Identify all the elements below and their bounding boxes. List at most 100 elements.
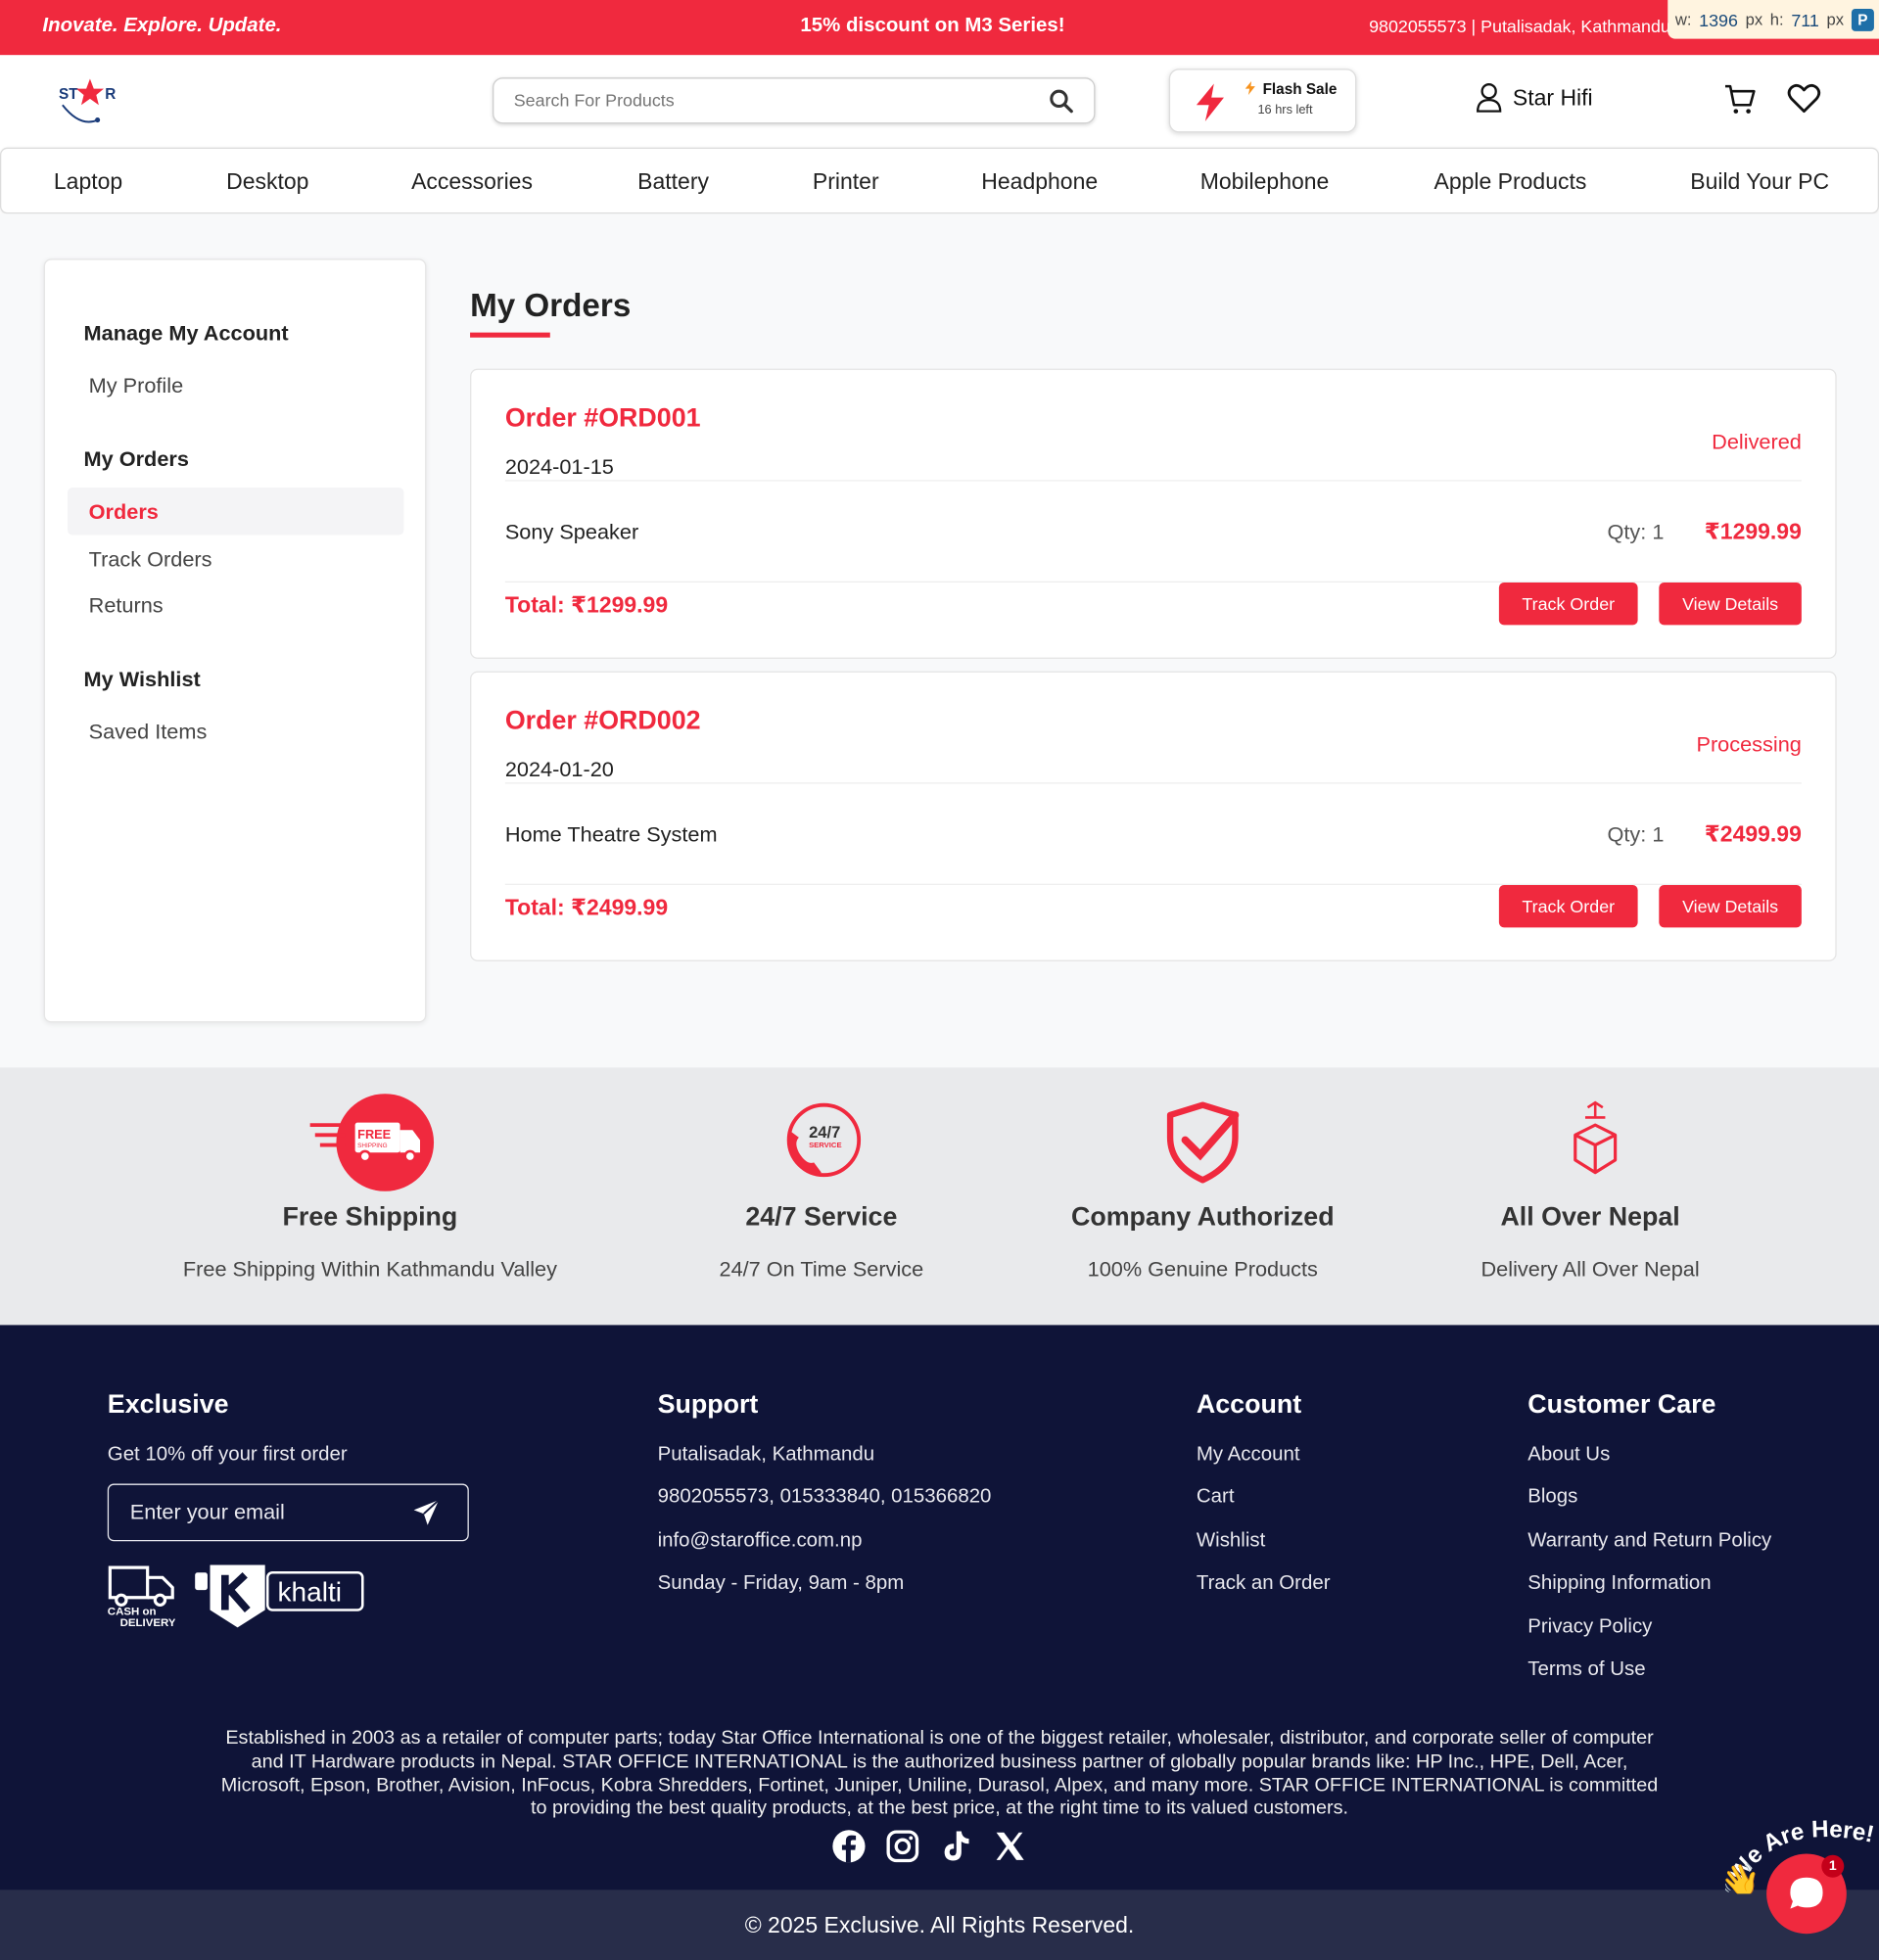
footer-heading: Support bbox=[657, 1389, 759, 1420]
waving-hand-icon: 👋 bbox=[1725, 1862, 1761, 1894]
extension-icon[interactable]: P bbox=[1851, 8, 1874, 31]
nav-laptop[interactable]: Laptop bbox=[54, 168, 122, 195]
footer-link-terms[interactable]: Terms of Use bbox=[1527, 1655, 1771, 1698]
service-247-icon: 24/7 SERVICE bbox=[786, 1102, 862, 1178]
search-icon[interactable] bbox=[1049, 89, 1074, 115]
chat-button[interactable]: 1 bbox=[1766, 1853, 1847, 1935]
footer-customer-care: Customer Care About Us Blogs Warranty an… bbox=[1527, 1390, 1771, 1699]
footer-link-cart[interactable]: Cart bbox=[1197, 1483, 1331, 1526]
footer-link-track-order[interactable]: Track an Order bbox=[1197, 1569, 1331, 1612]
wishlist-heart-icon[interactable] bbox=[1787, 81, 1822, 117]
footer-link-my-account[interactable]: My Account bbox=[1197, 1440, 1331, 1483]
nav-desktop[interactable]: Desktop bbox=[226, 168, 308, 195]
track-order-button[interactable]: Track Order bbox=[1498, 884, 1638, 928]
nav-headphone[interactable]: Headphone bbox=[981, 168, 1098, 195]
x-twitter-icon[interactable] bbox=[993, 1829, 1028, 1864]
support-email[interactable]: info@staroffice.com.np bbox=[658, 1526, 992, 1569]
feature-subtitle: 24/7 On Time Service bbox=[719, 1257, 924, 1282]
flash-sale-title: Flash Sale bbox=[1262, 79, 1338, 98]
svg-text:SERVICE: SERVICE bbox=[809, 1141, 841, 1149]
my-orders-heading[interactable]: My Orders bbox=[84, 447, 189, 473]
order-total: Total: ₹2499.99 bbox=[504, 895, 669, 920]
order-id: Order #ORD001 bbox=[504, 403, 701, 433]
order-item-price: ₹1299.99 bbox=[1704, 518, 1802, 544]
nav-printer[interactable]: Printer bbox=[813, 168, 879, 195]
order-card: Order #ORD002 2024-01-20 Processing Home… bbox=[470, 671, 1837, 961]
feature-title: All Over Nepal bbox=[1500, 1202, 1680, 1232]
account-sidebar: Manage My Account My Profile My Orders O… bbox=[43, 258, 427, 1023]
order-status: Delivered bbox=[1712, 430, 1802, 454]
sidebar-item-my-profile[interactable]: My Profile bbox=[89, 374, 183, 399]
order-item-price: ₹2499.99 bbox=[1704, 820, 1802, 847]
dimension-badge: w: 1396 px h: 711 px P bbox=[1668, 0, 1879, 39]
sidebar-item-returns[interactable]: Returns bbox=[89, 593, 164, 619]
page-title: My Orders bbox=[470, 286, 632, 324]
manage-account-heading[interactable]: Manage My Account bbox=[84, 321, 289, 347]
sidebar-item-track-orders[interactable]: Track Orders bbox=[89, 547, 212, 573]
nav-build-your-pc[interactable]: Build Your PC bbox=[1690, 168, 1829, 195]
order-item-name: Home Theatre System bbox=[504, 822, 718, 847]
instagram-icon[interactable] bbox=[885, 1829, 920, 1864]
svg-text:DELIVERY: DELIVERY bbox=[120, 1617, 175, 1629]
nav-apple-products[interactable]: Apple Products bbox=[1433, 168, 1586, 195]
feature-subtitle: 100% Genuine Products bbox=[1087, 1257, 1318, 1282]
footer-link-wishlist[interactable]: Wishlist bbox=[1197, 1526, 1331, 1569]
footer-link-about-us[interactable]: About Us bbox=[1527, 1440, 1771, 1483]
svg-text:24/7: 24/7 bbox=[809, 1123, 840, 1142]
view-details-button[interactable]: View Details bbox=[1659, 884, 1802, 928]
nav-accessories[interactable]: Accessories bbox=[411, 168, 533, 195]
feature-title: Free Shipping bbox=[282, 1202, 458, 1232]
send-icon[interactable] bbox=[412, 1499, 440, 1526]
footer-link-privacy[interactable]: Privacy Policy bbox=[1527, 1612, 1771, 1656]
cash-on-delivery-icon: CASH on DELIVERY bbox=[108, 1565, 175, 1629]
svg-text:CASH on: CASH on bbox=[108, 1607, 157, 1618]
view-details-button[interactable]: View Details bbox=[1659, 582, 1802, 626]
star-logo[interactable]: ST R bbox=[55, 72, 119, 125]
tiktok-icon[interactable] bbox=[939, 1829, 974, 1864]
flash-sale-button[interactable]: Flash Sale 16 hrs left bbox=[1168, 69, 1357, 133]
my-wishlist-heading[interactable]: My Wishlist bbox=[84, 668, 201, 693]
user-account[interactable]: Star Hifi bbox=[1476, 82, 1593, 113]
footer-link-blogs[interactable]: Blogs bbox=[1527, 1483, 1771, 1526]
contact-info: 9802055573 | Putalisadak, Kathmandu bbox=[1369, 16, 1669, 37]
cart-icon[interactable] bbox=[1722, 81, 1758, 117]
features-strip: FREE SHIPPING Free Shipping Free Shippin… bbox=[0, 1067, 1879, 1326]
footer-link-shipping-info[interactable]: Shipping Information bbox=[1527, 1569, 1771, 1612]
dim-height: 711 bbox=[1791, 9, 1819, 30]
search-input[interactable] bbox=[513, 89, 1014, 111]
footer-heading: Exclusive bbox=[107, 1389, 229, 1420]
footer-offer-text: Get 10% off your first order bbox=[107, 1443, 348, 1466]
package-delivery-icon bbox=[1574, 1100, 1618, 1175]
svg-text:khalti: khalti bbox=[277, 1577, 342, 1608]
order-date: 2024-01-15 bbox=[504, 454, 614, 480]
divider bbox=[504, 782, 1802, 784]
shield-check-icon bbox=[1166, 1101, 1240, 1184]
support-phones[interactable]: 9802055573, 015333840, 015366820 bbox=[658, 1483, 992, 1526]
footer-link-warranty[interactable]: Warranty and Return Policy bbox=[1527, 1526, 1771, 1569]
nav-mobilephone[interactable]: Mobilephone bbox=[1200, 168, 1330, 195]
chat-unread-badge: 1 bbox=[1821, 1854, 1845, 1878]
order-item-name: Sony Speaker bbox=[504, 520, 639, 544]
newsletter-email-input[interactable] bbox=[129, 1500, 405, 1525]
top-promo-bar: Inovate. Explore. Update. 15% discount o… bbox=[0, 0, 1879, 56]
support-hours: Sunday - Friday, 9am - 8pm bbox=[657, 1572, 905, 1595]
order-status: Processing bbox=[1696, 732, 1802, 757]
track-order-button[interactable]: Track Order bbox=[1498, 582, 1638, 626]
sidebar-item-orders[interactable]: Orders bbox=[67, 487, 404, 536]
footer-support: Support Putalisadak, Kathmandu 980205557… bbox=[658, 1390, 992, 1612]
feature-subtitle: Free Shipping Within Kathmandu Valley bbox=[182, 1257, 557, 1282]
newsletter-box bbox=[107, 1483, 469, 1542]
nav-battery[interactable]: Battery bbox=[637, 168, 709, 195]
footer-exclusive: Exclusive Get 10% off your first order bbox=[108, 1390, 348, 1483]
footer-account: Account My Account Cart Wishlist Track a… bbox=[1197, 1390, 1331, 1612]
order-date: 2024-01-20 bbox=[504, 757, 614, 781]
facebook-icon[interactable] bbox=[831, 1829, 867, 1864]
free-shipping-icon: FREE SHIPPING bbox=[309, 1094, 435, 1191]
support-address: Putalisadak, Kathmandu bbox=[657, 1443, 875, 1466]
flash-sale-timer: 16 hrs left bbox=[1257, 103, 1313, 118]
chat-bubble-icon bbox=[1790, 1877, 1823, 1909]
dim-width: 1396 bbox=[1699, 9, 1738, 30]
svg-text:ST: ST bbox=[59, 86, 78, 103]
small-bolt-icon bbox=[1245, 80, 1255, 96]
sidebar-item-saved-items[interactable]: Saved Items bbox=[89, 720, 208, 745]
